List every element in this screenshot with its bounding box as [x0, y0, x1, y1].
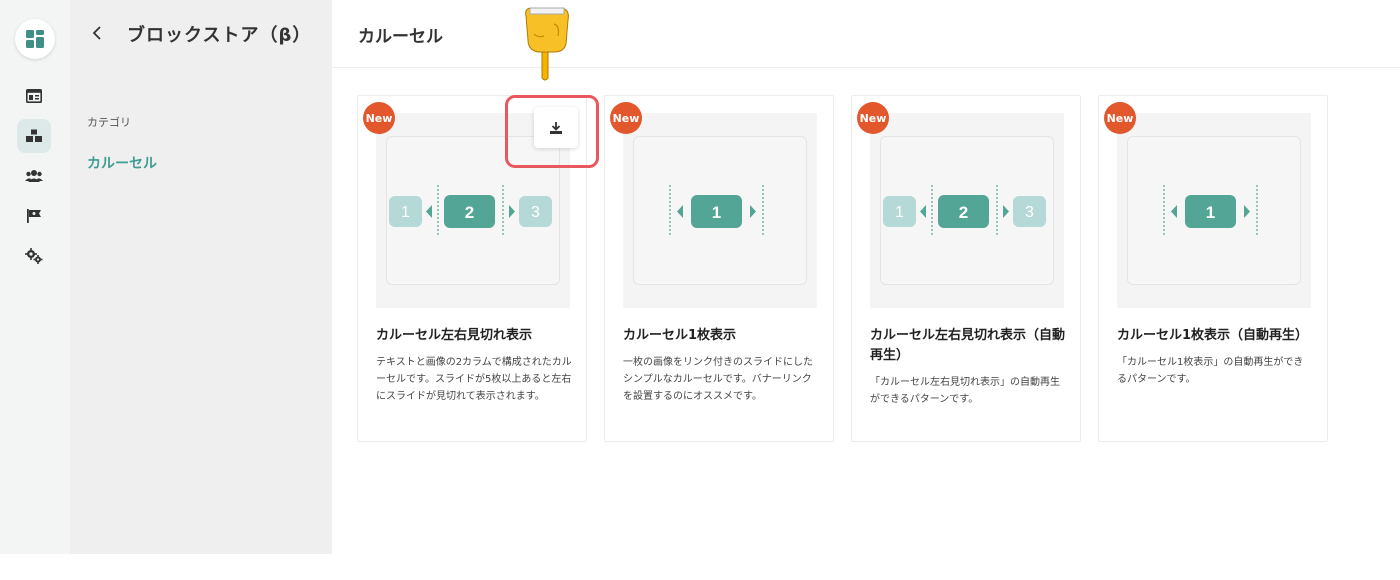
card-title: カルーセル左右見切れ表示: [376, 328, 533, 343]
category-item-carousel[interactable]: カルーセル: [87, 153, 157, 173]
page-title: カルーセル: [358, 27, 443, 47]
preview-slide-label: 3: [1025, 204, 1034, 221]
card-description: 「カルーセル左右見切れ表示」の自動再生ができるパターンです。: [870, 377, 1060, 405]
card-description: 一枚の画像をリンク付きのスライドにしたシンプルなカルーセルです。バナーリンクを設…: [623, 357, 813, 402]
block-card[interactable]: 1 New カルーセル1枚表示（自動再生） 「カルーセル1枚表示」の自動再生がで…: [1098, 95, 1328, 442]
card-description: 「カルーセル1枚表示」の自動再生ができるパターンです。: [1117, 357, 1304, 385]
sidebar: ブロックストア（β） カテゴリ カルーセル: [70, 0, 332, 554]
block-card[interactable]: 1 2 3 New カルーセル左右見切れ表示（自動再生） 「カルーセル左右見切れ…: [851, 95, 1081, 442]
icon-rail: [0, 0, 70, 554]
card-title: カルーセル左右見切れ表示（自動再生）: [870, 328, 1066, 363]
preview-slide-label: 1: [712, 203, 721, 222]
block-card[interactable]: 1 New カルーセル1枚表示 一枚の画像をリンク付きのスライドにしたシンプルな…: [604, 95, 834, 442]
preview-slide-label: 1: [895, 204, 904, 221]
main-header: カルーセル: [332, 0, 1400, 68]
card-preview: 1: [623, 113, 817, 308]
card-preview: 1: [1117, 113, 1311, 308]
flag-icon[interactable]: [17, 199, 51, 233]
carousel-preview-illustration: 1 2 3: [883, 185, 1046, 237]
preview-slide-label: 1: [1206, 203, 1215, 222]
dashboard-icon[interactable]: [17, 79, 51, 113]
blocks-icon[interactable]: [17, 119, 51, 153]
preview-slide-label: 2: [465, 203, 474, 222]
card-description: テキストと画像の2カラムで構成されたカルーセルです。スライドが5枚以上あると左右…: [376, 357, 572, 402]
new-badge: New: [363, 102, 395, 134]
highlight-annotation: [505, 95, 599, 168]
preview-slide-label: 1: [401, 204, 410, 221]
pointing-hand-icon: [525, 7, 569, 81]
carousel-preview-illustration: 1: [669, 185, 764, 237]
settings-icon[interactable]: [17, 239, 51, 273]
card-preview: 1 2 3: [870, 113, 1064, 308]
new-badge: New: [857, 102, 889, 134]
card-title: カルーセル1枚表示: [623, 328, 737, 343]
preview-slide-label: 2: [959, 203, 968, 222]
new-badge: New: [610, 102, 642, 134]
carousel-preview-illustration: 1: [1163, 185, 1258, 237]
sidebar-title: ブロックストア（β）: [127, 25, 312, 46]
users-icon[interactable]: [17, 159, 51, 193]
new-badge: New: [1104, 102, 1136, 134]
app-logo-icon[interactable]: [15, 19, 55, 59]
preview-slide-label: 3: [531, 204, 540, 221]
category-label: カテゴリ: [87, 116, 131, 129]
card-title: カルーセル1枚表示（自動再生）: [1117, 328, 1309, 343]
chevron-left-icon[interactable]: [86, 20, 108, 46]
